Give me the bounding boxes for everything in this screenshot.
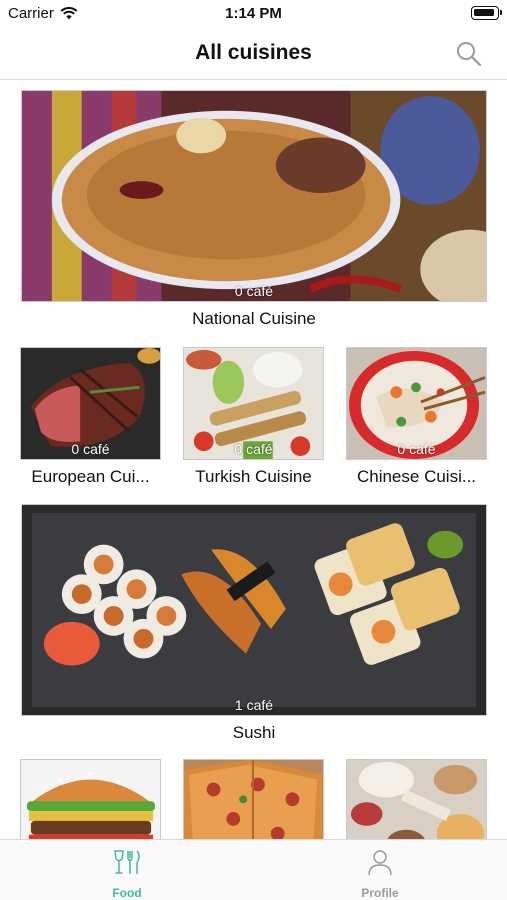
page-title: All cuisines xyxy=(195,41,312,64)
cuisine-card-chinese[interactable]: 0 café Chinese Cuisi... xyxy=(346,347,487,487)
cuisine-list[interactable]: 0 café National Cuisine 0 café European … xyxy=(0,81,507,839)
status-time: 1:14 PM xyxy=(225,5,282,22)
cuisine-name: European Cui... xyxy=(31,467,150,486)
cuisine-image: 1 café xyxy=(21,504,487,716)
cuisine-card-pizza[interactable] xyxy=(183,759,324,839)
cuisine-name: National Cuisine xyxy=(192,309,316,328)
fork-knife-glass-icon xyxy=(114,850,140,874)
cafe-count: 0 café xyxy=(397,441,436,457)
cuisine-card-national[interactable]: 0 café National Cuisine xyxy=(21,90,487,329)
cuisine-image xyxy=(20,759,161,839)
search-button[interactable] xyxy=(455,40,483,68)
cuisine-name: Turkish Cuisine xyxy=(195,467,312,486)
tab-bar: Food Profile xyxy=(0,839,507,900)
cuisine-name: Chinese Cuisi... xyxy=(356,467,477,486)
cafe-count: 0 café xyxy=(234,441,273,457)
tab-food-label: Food xyxy=(112,886,142,900)
cuisine-card-turkish[interactable]: 0 café Turkish Cuisine xyxy=(183,347,324,487)
cafe-count: 0 café xyxy=(234,283,274,299)
navigation-bar: All cuisines xyxy=(0,28,507,80)
status-bar: Carrier 1:14 PM xyxy=(0,0,507,28)
cuisine-image xyxy=(346,759,487,839)
cafe-count: 0 café xyxy=(71,441,110,457)
cuisine-card-burger[interactable] xyxy=(20,759,161,839)
tab-profile-label: Profile xyxy=(361,886,399,900)
battery-icon xyxy=(471,6,502,20)
cuisine-card-other[interactable] xyxy=(346,759,487,839)
cafe-count: 1 café xyxy=(234,697,274,713)
cuisine-card-sushi[interactable]: 1 café Sushi xyxy=(21,504,487,743)
search-icon xyxy=(457,42,482,67)
cuisine-image: 0 café xyxy=(183,347,324,460)
cuisine-name: Sushi xyxy=(232,723,276,742)
cuisine-image xyxy=(183,759,324,839)
person-icon xyxy=(368,850,392,876)
cuisine-image: 0 café xyxy=(21,90,487,302)
tab-profile[interactable]: Profile xyxy=(320,848,440,900)
cuisine-image: 0 café xyxy=(346,347,487,460)
tab-food[interactable]: Food xyxy=(67,848,187,900)
cuisine-card-european[interactable]: 0 café European Cui... xyxy=(20,347,161,487)
cuisine-image: 0 café xyxy=(20,347,161,460)
